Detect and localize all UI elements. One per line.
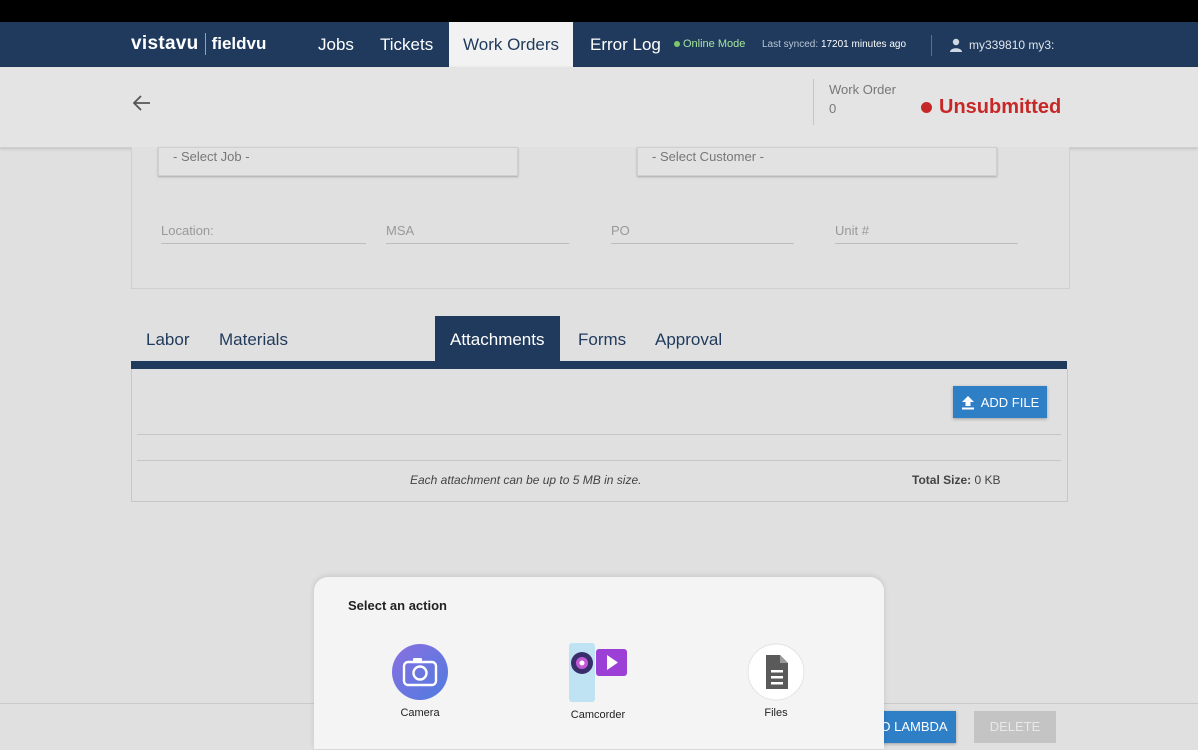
status-bar [0, 0, 1198, 22]
tab-attachments[interactable]: Attachments [435, 316, 560, 363]
camcorder-label: Camcorder [570, 709, 626, 721]
user-icon [950, 38, 962, 52]
status-badge: Unsubmitted [921, 96, 1061, 119]
total-size-value: 0 KB [974, 473, 1001, 487]
nav-error-log[interactable]: Error Log [576, 22, 675, 67]
camcorder-action[interactable]: Camcorder [543, 643, 653, 721]
app-logo: vistavu fieldvu [131, 32, 266, 56]
camera-action[interactable]: Camera [365, 643, 475, 719]
tab-materials[interactable]: Materials & Other Charges [204, 316, 303, 443]
user-menu[interactable]: my339810 my3: [949, 38, 1069, 52]
last-synced: Last synced: 17201 minutes ago [762, 39, 906, 50]
tab-forms[interactable]: Forms [563, 316, 641, 363]
online-mode-label: Online Mode [683, 38, 746, 50]
action-sheet: Select an action Camera Camcorder Files [314, 577, 884, 749]
status-text: Unsubmitted [939, 96, 1062, 118]
po-field[interactable]: PO [611, 223, 794, 244]
unit-field[interactable]: Unit # [835, 223, 1018, 244]
tab-labor[interactable]: Labor [131, 316, 204, 363]
tab-underline [131, 361, 1067, 369]
files-label: Files [764, 707, 788, 719]
upload-icon [961, 395, 974, 409]
add-file-button[interactable]: ADD FILE [953, 386, 1047, 418]
lambda-button[interactable]: O LAMBDA [872, 711, 956, 743]
top-navbar: vistavu fieldvu Jobs Tickets Work Orders… [0, 22, 1198, 67]
user-name: my339810 my3: [969, 38, 1055, 52]
job-select[interactable]: - Select Job - [158, 147, 518, 176]
nav-work-orders[interactable]: Work Orders [449, 22, 574, 67]
work-order-label: Work Order [829, 82, 896, 97]
tab-approval[interactable]: Approval [640, 316, 737, 363]
attachment-size-note: Each attachment can be up to 5 MB in siz… [410, 473, 642, 487]
work-order-header: Work Order 0 Unsubmitted [0, 67, 1198, 148]
attachments-divider-top [137, 434, 1061, 435]
camcorder-icon [569, 643, 627, 702]
attachments-divider-bottom [137, 460, 1061, 461]
work-order-number: 0 [829, 101, 837, 116]
last-synced-label: Last synced: [762, 39, 819, 50]
fieldvu-logo: fieldvu [211, 34, 267, 53]
vistavu-logo: vistavu [131, 33, 199, 54]
arrow-left-icon[interactable] [132, 91, 151, 117]
status-dot-icon [921, 102, 932, 113]
logo-divider [204, 33, 206, 55]
total-size-label: Total Size: [912, 473, 972, 487]
nav-jobs[interactable]: Jobs [304, 22, 368, 67]
files-icon [747, 643, 805, 701]
files-action[interactable]: Files [721, 643, 831, 719]
camera-label: Camera [400, 707, 440, 719]
location-field[interactable]: Location: [161, 223, 366, 244]
nav-tickets[interactable]: Tickets [366, 22, 447, 67]
add-file-label: ADD FILE [980, 394, 1040, 410]
delete-button[interactable]: DELETE [974, 711, 1056, 743]
work-order-details-card: - Select Job - - Select Customer - Locat… [131, 147, 1070, 289]
header-divider [813, 79, 814, 125]
camera-icon [392, 644, 448, 700]
msa-field[interactable]: MSA [386, 223, 569, 244]
online-dot-icon [674, 41, 680, 47]
attachments-panel: ADD FILE Each attachment can be up to 5 … [131, 369, 1068, 502]
online-mode-indicator: Online Mode [674, 38, 745, 50]
action-sheet-title: Select an action [348, 598, 447, 613]
last-synced-value: 17201 minutes ago [820, 39, 907, 50]
nav-divider [931, 35, 932, 56]
total-size: Total Size: 0 KB [912, 473, 1000, 487]
customer-select[interactable]: - Select Customer - [637, 147, 997, 176]
